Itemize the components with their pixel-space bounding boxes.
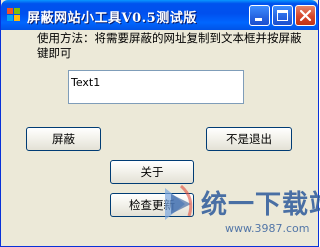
watermark-text: 统一下载站: [201, 190, 320, 220]
close-button[interactable]: [295, 5, 316, 26]
title-bar[interactable]: 屏蔽网站小工具V0.5测试版: [1, 0, 318, 30]
flag-icon: [6, 7, 22, 23]
url-input[interactable]: Text1: [68, 70, 244, 104]
watermark: 统一下载站 www.3987.com: [161, 178, 320, 246]
usage-instruction: 使用方法：将需要屏蔽的网址复制到文本框并按屏蔽键即可: [37, 31, 302, 60]
exit-button[interactable]: 不是退出: [206, 127, 292, 151]
minimize-button[interactable]: [249, 5, 270, 26]
app-window: 屏蔽网站小工具V0.5测试版 使用方法：将需要屏蔽的网址复制到文本框并按屏蔽键即…: [0, 0, 320, 247]
maximize-button[interactable]: [272, 5, 293, 26]
shield-button[interactable]: 屏蔽: [26, 127, 101, 151]
watermark-url: www.3987.com: [225, 222, 310, 235]
window-title: 屏蔽网站小工具V0.5测试版: [27, 11, 197, 26]
watermark-logo-icon: [161, 182, 203, 230]
